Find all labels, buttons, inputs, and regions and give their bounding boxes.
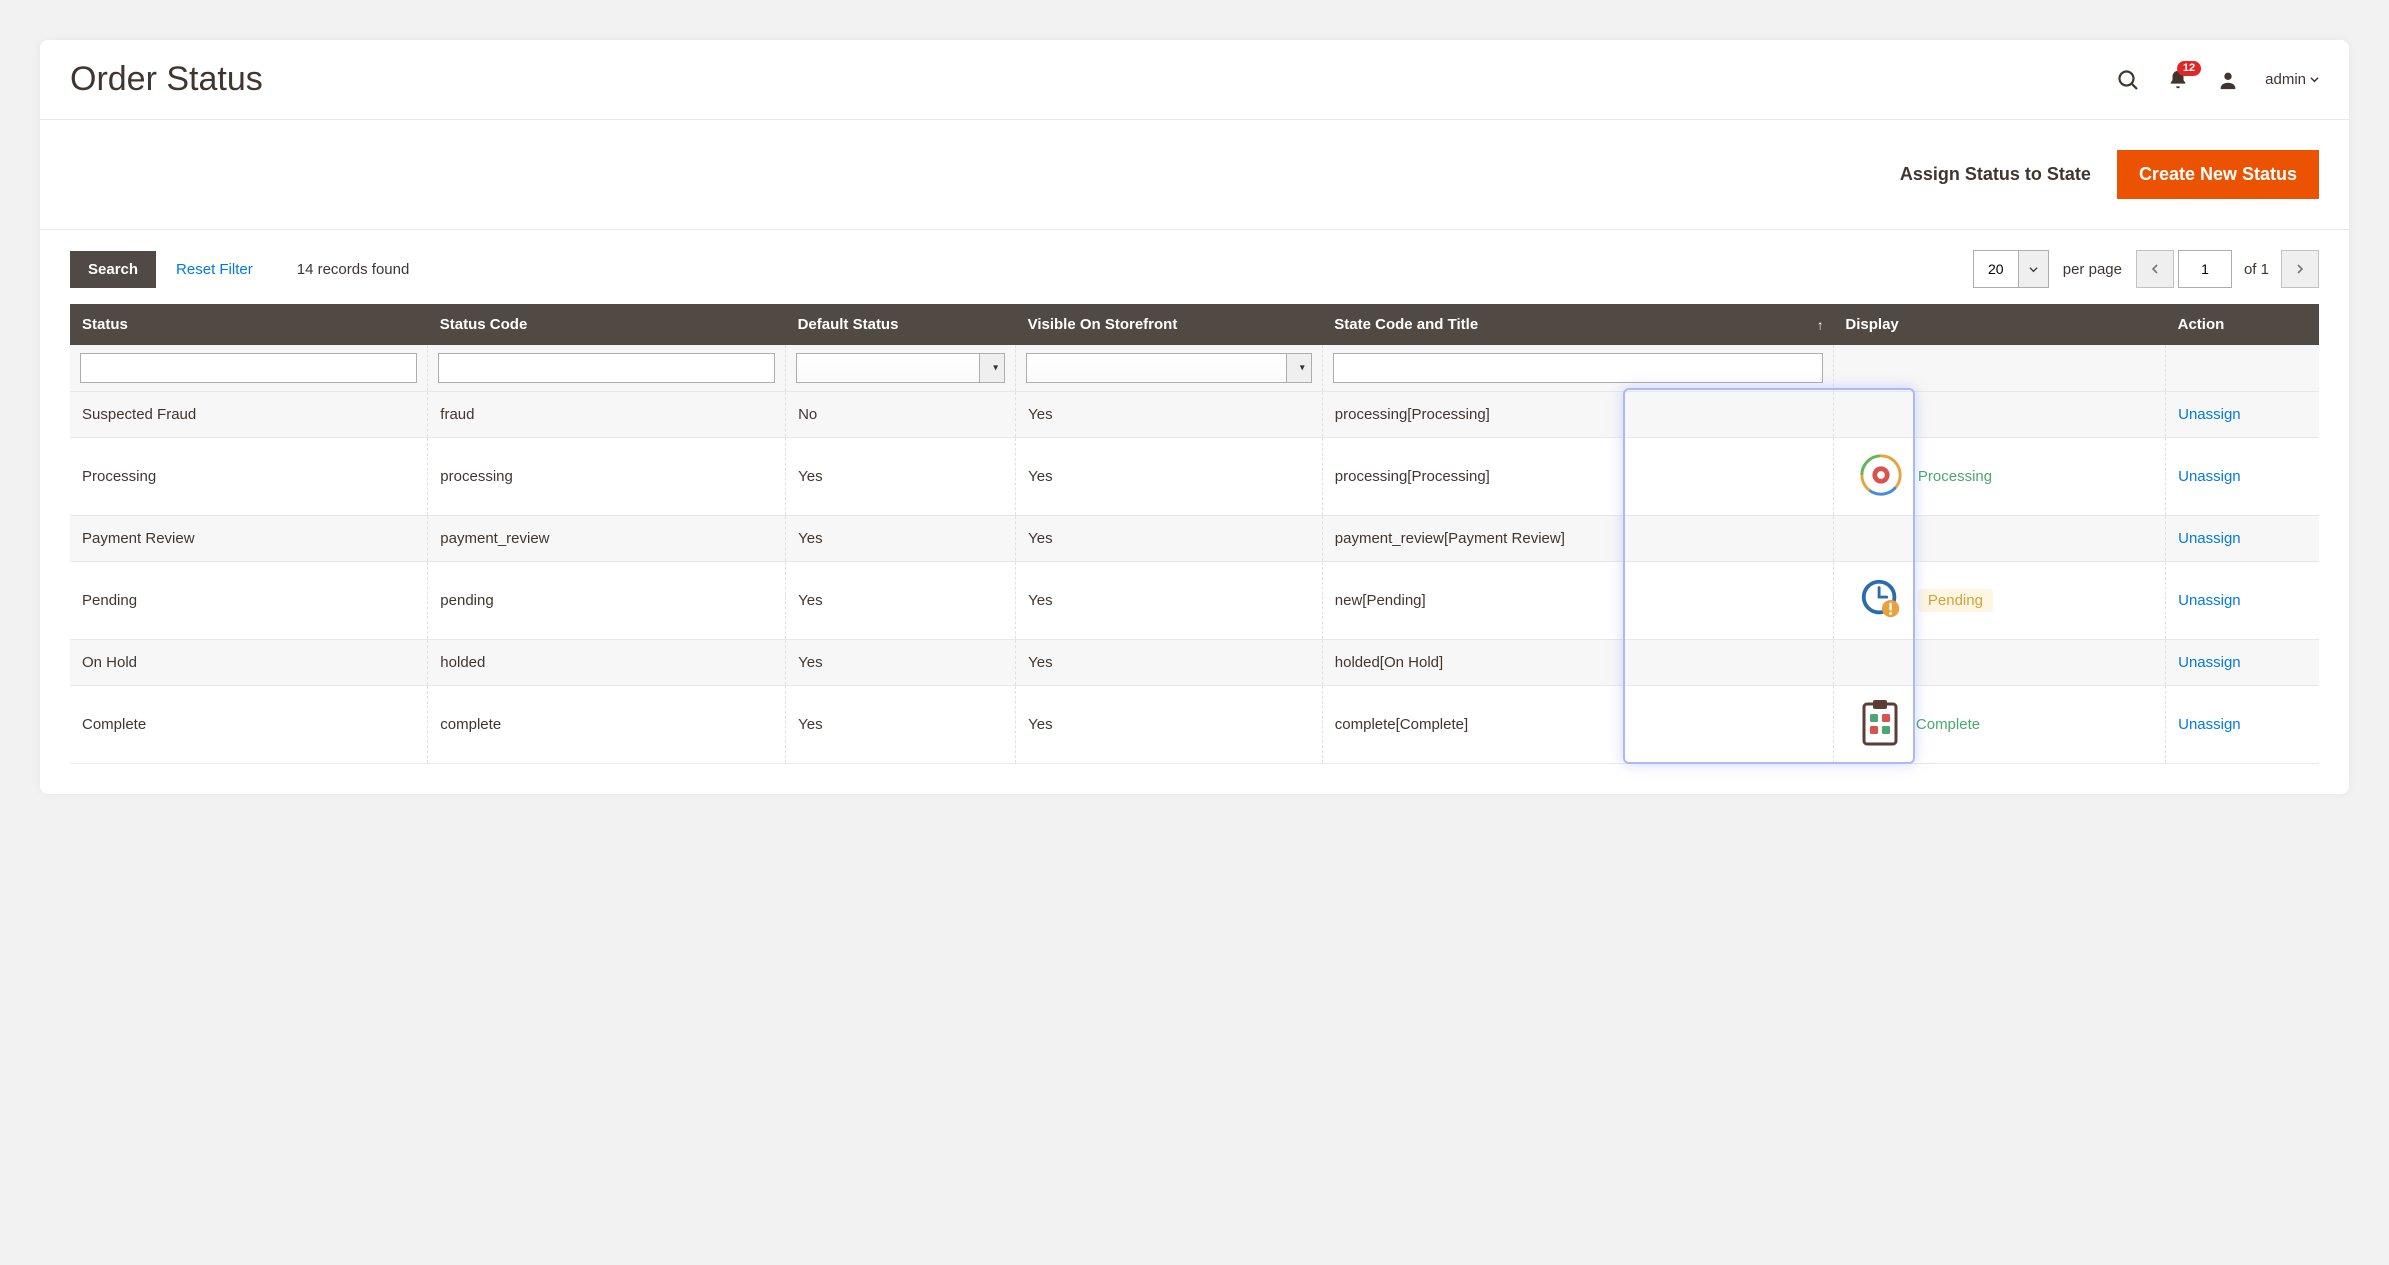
table-row: Payment Review payment_review Yes Yes pa… bbox=[70, 516, 2319, 562]
filter-row: ▾ ▾ bbox=[70, 345, 2319, 392]
cell-status: Complete bbox=[70, 686, 428, 764]
chevron-down-icon bbox=[2029, 265, 2038, 274]
pager-prev-button[interactable] bbox=[2136, 250, 2174, 288]
cell-status: On Hold bbox=[70, 640, 428, 686]
cell-default: No bbox=[786, 392, 1016, 438]
unassign-link[interactable]: Unassign bbox=[2178, 468, 2241, 485]
col-status[interactable]: Status bbox=[70, 304, 428, 345]
cell-state: processing[Processing] bbox=[1322, 392, 1833, 438]
action-bar: Assign Status to State Create New Status bbox=[40, 119, 2349, 230]
cell-default: Yes bbox=[786, 686, 1016, 764]
cell-default: Yes bbox=[786, 640, 1016, 686]
unassign-link[interactable]: Unassign bbox=[2178, 592, 2241, 609]
cell-status: Pending bbox=[70, 562, 428, 640]
col-display[interactable]: Display bbox=[1833, 304, 2165, 345]
clock-alert-icon bbox=[1858, 576, 1904, 626]
chevron-right-icon bbox=[2295, 264, 2305, 274]
cell-default: Yes bbox=[786, 438, 1016, 516]
reset-filter-link[interactable]: Reset Filter bbox=[176, 261, 253, 278]
filter-default-select[interactable] bbox=[796, 353, 1005, 383]
col-visible[interactable]: Visible On Storefront bbox=[1016, 304, 1323, 345]
sort-asc-icon: ↑ bbox=[1817, 317, 1824, 332]
filter-status-input[interactable] bbox=[80, 353, 417, 383]
cell-state: holded[On Hold] bbox=[1322, 640, 1833, 686]
chevron-down-icon bbox=[2310, 75, 2319, 84]
user-menu[interactable]: admin bbox=[2265, 71, 2319, 88]
processing-gear-icon bbox=[1858, 452, 1904, 502]
unassign-link[interactable]: Unassign bbox=[2178, 530, 2241, 547]
cell-code: payment_review bbox=[428, 516, 786, 562]
per-page-label: per page bbox=[2063, 261, 2122, 278]
search-button[interactable]: Search bbox=[70, 251, 156, 288]
search-icon[interactable] bbox=[2115, 67, 2141, 93]
cell-code: pending bbox=[428, 562, 786, 640]
cell-visible: Yes bbox=[1016, 392, 1323, 438]
pager-current-input[interactable] bbox=[2178, 250, 2232, 288]
cell-code: fraud bbox=[428, 392, 786, 438]
pager: of 1 bbox=[2136, 250, 2319, 288]
cell-visible: Yes bbox=[1016, 516, 1323, 562]
account-icon[interactable] bbox=[2215, 67, 2241, 93]
cell-code: processing bbox=[428, 438, 786, 516]
cell-state: payment_review[Payment Review] bbox=[1322, 516, 1833, 562]
cell-state: complete[Complete] bbox=[1322, 686, 1833, 764]
col-action[interactable]: Action bbox=[2166, 304, 2319, 345]
col-code[interactable]: Status Code bbox=[428, 304, 786, 345]
cell-visible: Yes bbox=[1016, 438, 1323, 516]
table-row: Pending pending Yes Yes new[Pending] Pen… bbox=[70, 562, 2319, 640]
filter-code-input[interactable] bbox=[438, 353, 775, 383]
cell-state: new[Pending] bbox=[1322, 562, 1833, 640]
filter-state-input[interactable] bbox=[1333, 353, 1823, 383]
cell-status: Suspected Fraud bbox=[70, 392, 428, 438]
grid-wrap: Status Status Code Default Status Visibl… bbox=[70, 304, 2319, 764]
chevron-left-icon bbox=[2150, 264, 2160, 274]
notifications-icon[interactable]: 12 bbox=[2165, 67, 2191, 93]
pager-of-label: of 1 bbox=[2236, 261, 2277, 278]
filter-visible-select[interactable] bbox=[1026, 353, 1312, 383]
display-label: Complete bbox=[1916, 716, 1980, 733]
assign-status-button[interactable]: Assign Status to State bbox=[1900, 164, 2091, 185]
cell-default: Yes bbox=[786, 562, 1016, 640]
app-window: Order Status 12 admin Assign Status to S… bbox=[40, 40, 2349, 794]
status-grid: Status Status Code Default Status Visibl… bbox=[70, 304, 2319, 764]
display-label: Pending bbox=[1918, 589, 1993, 612]
page-title: Order Status bbox=[70, 60, 263, 99]
display-label: Processing bbox=[1918, 468, 1992, 485]
records-found-label: 14 records found bbox=[297, 261, 410, 278]
cell-state: processing[Processing] bbox=[1322, 438, 1833, 516]
unassign-link[interactable]: Unassign bbox=[2178, 716, 2241, 733]
clipboard-check-icon bbox=[1858, 698, 1902, 752]
col-default[interactable]: Default Status bbox=[786, 304, 1016, 345]
table-row: Suspected Fraud fraud No Yes processing[… bbox=[70, 392, 2319, 438]
unassign-link[interactable]: Unassign bbox=[2178, 654, 2241, 671]
page-size-input[interactable] bbox=[1973, 250, 2019, 288]
create-new-status-button[interactable]: Create New Status bbox=[2117, 150, 2319, 199]
cell-status: Payment Review bbox=[70, 516, 428, 562]
header-right: 12 admin bbox=[2115, 67, 2319, 93]
notification-badge: 12 bbox=[2177, 61, 2201, 76]
cell-visible: Yes bbox=[1016, 640, 1323, 686]
pager-next-button[interactable] bbox=[2281, 250, 2319, 288]
page-header: Order Status 12 admin bbox=[40, 40, 2349, 119]
col-state[interactable]: State Code and Title↑ bbox=[1322, 304, 1833, 345]
unassign-link[interactable]: Unassign bbox=[2178, 406, 2241, 423]
table-row: Processing processing Yes Yes processing… bbox=[70, 438, 2319, 516]
cell-status: Processing bbox=[70, 438, 428, 516]
grid-toolbar: Search Reset Filter 14 records found per… bbox=[70, 230, 2319, 304]
page-size-dropdown-toggle[interactable] bbox=[2019, 250, 2049, 288]
page-size-selector bbox=[1973, 250, 2049, 288]
cell-default: Yes bbox=[786, 516, 1016, 562]
table-row: Complete complete Yes Yes complete[Compl… bbox=[70, 686, 2319, 764]
cell-visible: Yes bbox=[1016, 562, 1323, 640]
cell-code: holded bbox=[428, 640, 786, 686]
cell-visible: Yes bbox=[1016, 686, 1323, 764]
cell-code: complete bbox=[428, 686, 786, 764]
table-row: On Hold holded Yes Yes holded[On Hold] U… bbox=[70, 640, 2319, 686]
user-name-label: admin bbox=[2265, 71, 2306, 88]
